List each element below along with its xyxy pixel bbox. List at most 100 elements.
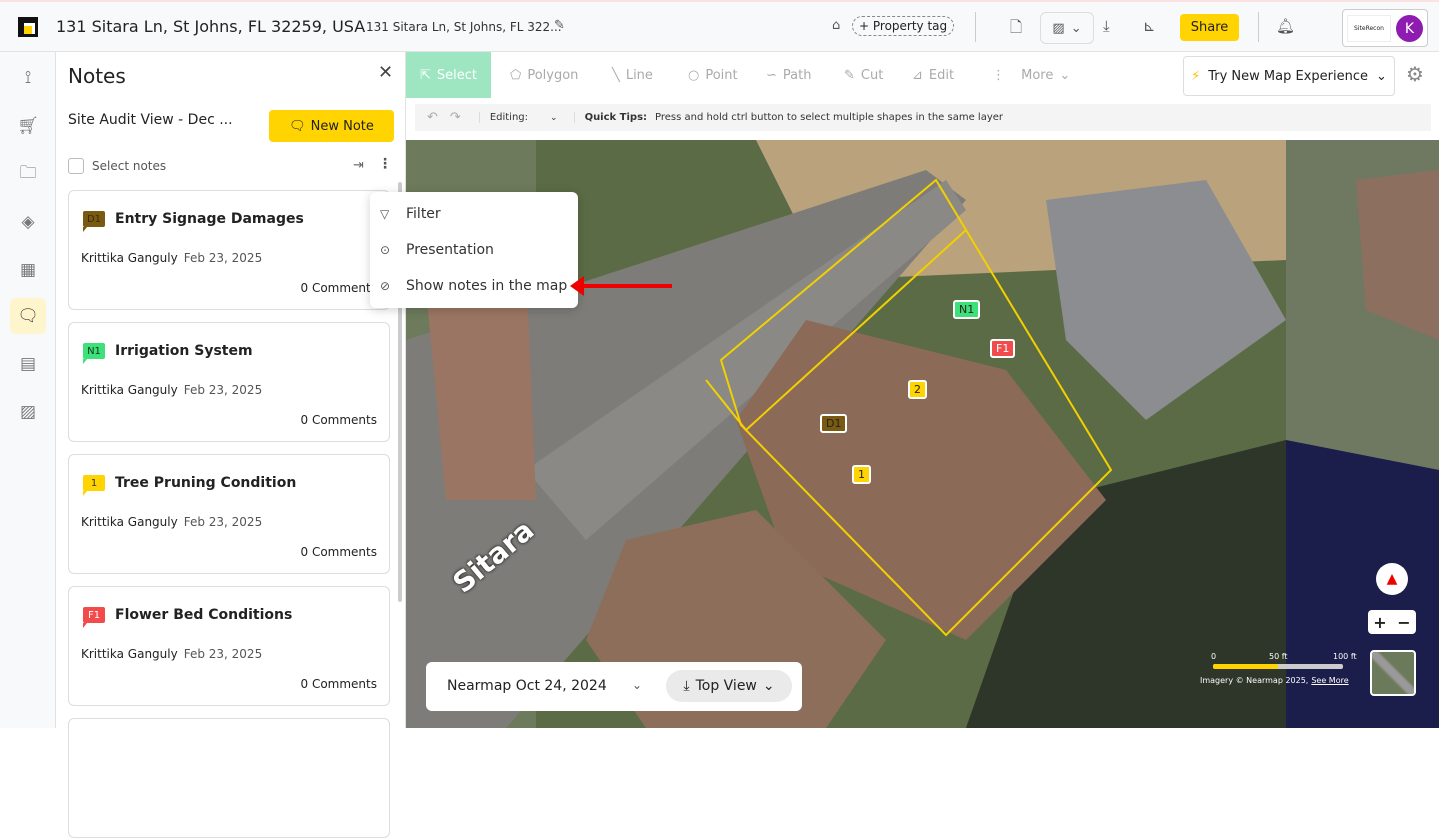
- chevron-down-icon: ⌄: [1059, 67, 1071, 83]
- note-comments[interactable]: 0 Comments: [301, 677, 378, 691]
- folder-icon[interactable]: 🗀: [10, 156, 46, 192]
- chevron-down-icon[interactable]: ⌄: [550, 113, 558, 123]
- tool-label: Line: [625, 67, 653, 83]
- zoom-out-button[interactable]: −: [1397, 613, 1410, 632]
- note-card[interactable]: 1 Tree Pruning Condition Krittika Gangul…: [68, 454, 390, 574]
- measure-icon[interactable]: ⟟: [10, 60, 46, 96]
- edit-icon[interactable]: ✎: [554, 18, 565, 33]
- tool-label: More: [1021, 67, 1054, 83]
- compass-icon[interactable]: ▲: [1376, 563, 1408, 595]
- layers-icon[interactable]: ◈: [10, 204, 46, 240]
- note-comments[interactable]: 0 Comments: [301, 545, 378, 559]
- map-pin-2[interactable]: 2: [908, 380, 927, 399]
- try-new-map-dropdown[interactable]: ⚡ Try New Map Experience ⌄: [1183, 56, 1395, 96]
- menu-item-show-notes[interactable]: ⊘ Show notes in the map: [380, 271, 567, 301]
- drawing-toolbar: ⇱ Select ⬠ Polygon ╲ Line ○ Point ∽ Path ✎ Cut…: [406, 52, 1439, 100]
- map-pin-icon: ⚡: [1191, 68, 1201, 84]
- bell-icon[interactable]: 🔔︎: [1276, 17, 1295, 35]
- new-note-button[interactable]: 🗨︎ New Note: [269, 110, 394, 142]
- tool-line[interactable]: ╲ Line: [612, 52, 653, 98]
- tool-polygon[interactable]: ⬠ Polygon: [510, 52, 578, 98]
- note-card[interactable]: D1 Entry Signage Damages Krittika Gangul…: [68, 190, 390, 310]
- page-title: 131 Sitara Ln, St Johns, FL 32259, USA: [56, 17, 366, 36]
- tool-point[interactable]: ○ Point: [688, 52, 738, 98]
- avatar[interactable]: K: [1396, 15, 1423, 42]
- close-icon[interactable]: ✕: [378, 62, 393, 83]
- ruler-icon[interactable]: ⊾: [1143, 17, 1156, 35]
- map-pin-d1[interactable]: D1: [820, 414, 848, 433]
- note-card[interactable]: [68, 718, 390, 838]
- report-icon[interactable]: ▤: [10, 346, 46, 382]
- account-menu[interactable]: SiteRecon K: [1342, 9, 1428, 47]
- note-card[interactable]: N1 Irrigation System Krittika Ganguly Feb…: [68, 322, 390, 442]
- notes-icon[interactable]: 🗨︎: [10, 298, 46, 334]
- note-card[interactable]: F1 Flower Bed Conditions Krittika Gangul…: [68, 586, 390, 706]
- note-comments[interactable]: 0 Comments: [301, 413, 378, 427]
- tips-text: Press and hold ctrl button to select mul…: [655, 112, 1003, 123]
- undo-icon[interactable]: ↶: [427, 110, 438, 125]
- tool-more[interactable]: ⋮ More ⌄: [992, 52, 1070, 98]
- app-logo[interactable]: [18, 17, 38, 37]
- map-pin-n1[interactable]: N1: [953, 300, 981, 319]
- map-pin-f1[interactable]: F1: [990, 339, 1016, 358]
- note-meta: Krittika Ganguly Feb 23, 2025: [81, 647, 262, 661]
- tool-label: Cut: [860, 67, 884, 83]
- divider: [975, 12, 976, 42]
- property-tag-button[interactable]: + Property tag: [852, 16, 955, 36]
- chevron-down-icon[interactable]: ⌄: [632, 678, 642, 692]
- note-author: Krittika Ganguly: [81, 647, 178, 661]
- export-icon[interactable]: ⇥: [353, 158, 364, 173]
- kebab-icon: ⋮: [992, 67, 1005, 83]
- chevron-down-icon: ⌄: [1070, 20, 1082, 36]
- tool-label: Point: [705, 67, 738, 83]
- annotation-arrow: [570, 276, 672, 296]
- menu-item-filter[interactable]: ▽ Filter: [380, 199, 441, 229]
- share-button[interactable]: Share: [1180, 14, 1239, 41]
- polygon-icon: ⬠: [510, 67, 522, 83]
- image-icon[interactable]: ▨: [10, 394, 46, 430]
- calculator-icon[interactable]: ▦: [10, 252, 46, 288]
- notes-options-menu: ▽ Filter ⊙ Presentation ⊘ Show notes in the…: [370, 192, 578, 308]
- editing-dropdown[interactable]: Editing:: [478, 112, 528, 123]
- tool-cut[interactable]: ✎ Cut: [844, 52, 883, 98]
- view-label: Top View: [695, 678, 757, 694]
- select-checkbox[interactable]: [68, 158, 84, 174]
- note-badge: N1: [83, 343, 105, 364]
- map-pin-1[interactable]: 1: [852, 465, 871, 484]
- cursor-icon: ⇱: [420, 67, 431, 83]
- imagery-date[interactable]: Nearmap Oct 24, 2024: [447, 678, 607, 694]
- tool-edit[interactable]: ⊿ Edit: [912, 52, 954, 98]
- zoom-controls: + −: [1368, 610, 1416, 634]
- line-icon: ╲: [612, 67, 620, 83]
- select-notes[interactable]: Select notes: [68, 158, 166, 174]
- cart-icon[interactable]: 🛒︎: [10, 108, 46, 144]
- tips-label: Quick Tips:: [573, 112, 647, 123]
- notes-panel: Notes ✕ Site Audit View - Dec ... 🗨︎ New …: [56, 52, 406, 838]
- try-new-label: Try New Map Experience: [1208, 68, 1368, 84]
- note-comments[interactable]: 0 Comments: [301, 281, 378, 295]
- scale-label: 100 ft: [1333, 652, 1357, 661]
- tool-path[interactable]: ∽ Path: [766, 52, 811, 98]
- imagery-dropdown[interactable]: ▨ ⌄: [1040, 12, 1094, 44]
- note-title: Entry Signage Damages: [115, 211, 304, 227]
- chevron-down-icon: ⌄: [1376, 68, 1387, 84]
- note-badge: D1: [83, 211, 105, 232]
- menu-label: Show notes in the map: [406, 278, 568, 294]
- download-icon[interactable]: ⤓: [1103, 17, 1110, 35]
- cut-icon: ✎: [844, 67, 855, 83]
- note-date: Feb 23, 2025: [183, 647, 263, 661]
- zoom-in-button[interactable]: +: [1373, 613, 1386, 632]
- document-upload-icon[interactable]: 🗋: [1010, 17, 1022, 42]
- tool-label: Edit: [928, 67, 955, 83]
- basemap-thumbnail[interactable]: [1370, 650, 1416, 696]
- redo-icon[interactable]: ↷: [450, 110, 461, 125]
- see-more-link[interactable]: See More: [1311, 676, 1348, 685]
- note-date: Feb 23, 2025: [183, 251, 263, 265]
- menu-item-presentation[interactable]: ⊙ Presentation: [380, 235, 494, 265]
- more-options-icon[interactable]: ⋮: [378, 156, 392, 172]
- gear-icon[interactable]: ⚙: [1406, 62, 1424, 86]
- note-date: Feb 23, 2025: [183, 515, 263, 529]
- tool-select[interactable]: ⇱ Select: [406, 52, 492, 98]
- image-icon: ▨: [1052, 20, 1065, 36]
- view-mode-dropdown[interactable]: ⤓ Top View ⌄: [666, 670, 792, 702]
